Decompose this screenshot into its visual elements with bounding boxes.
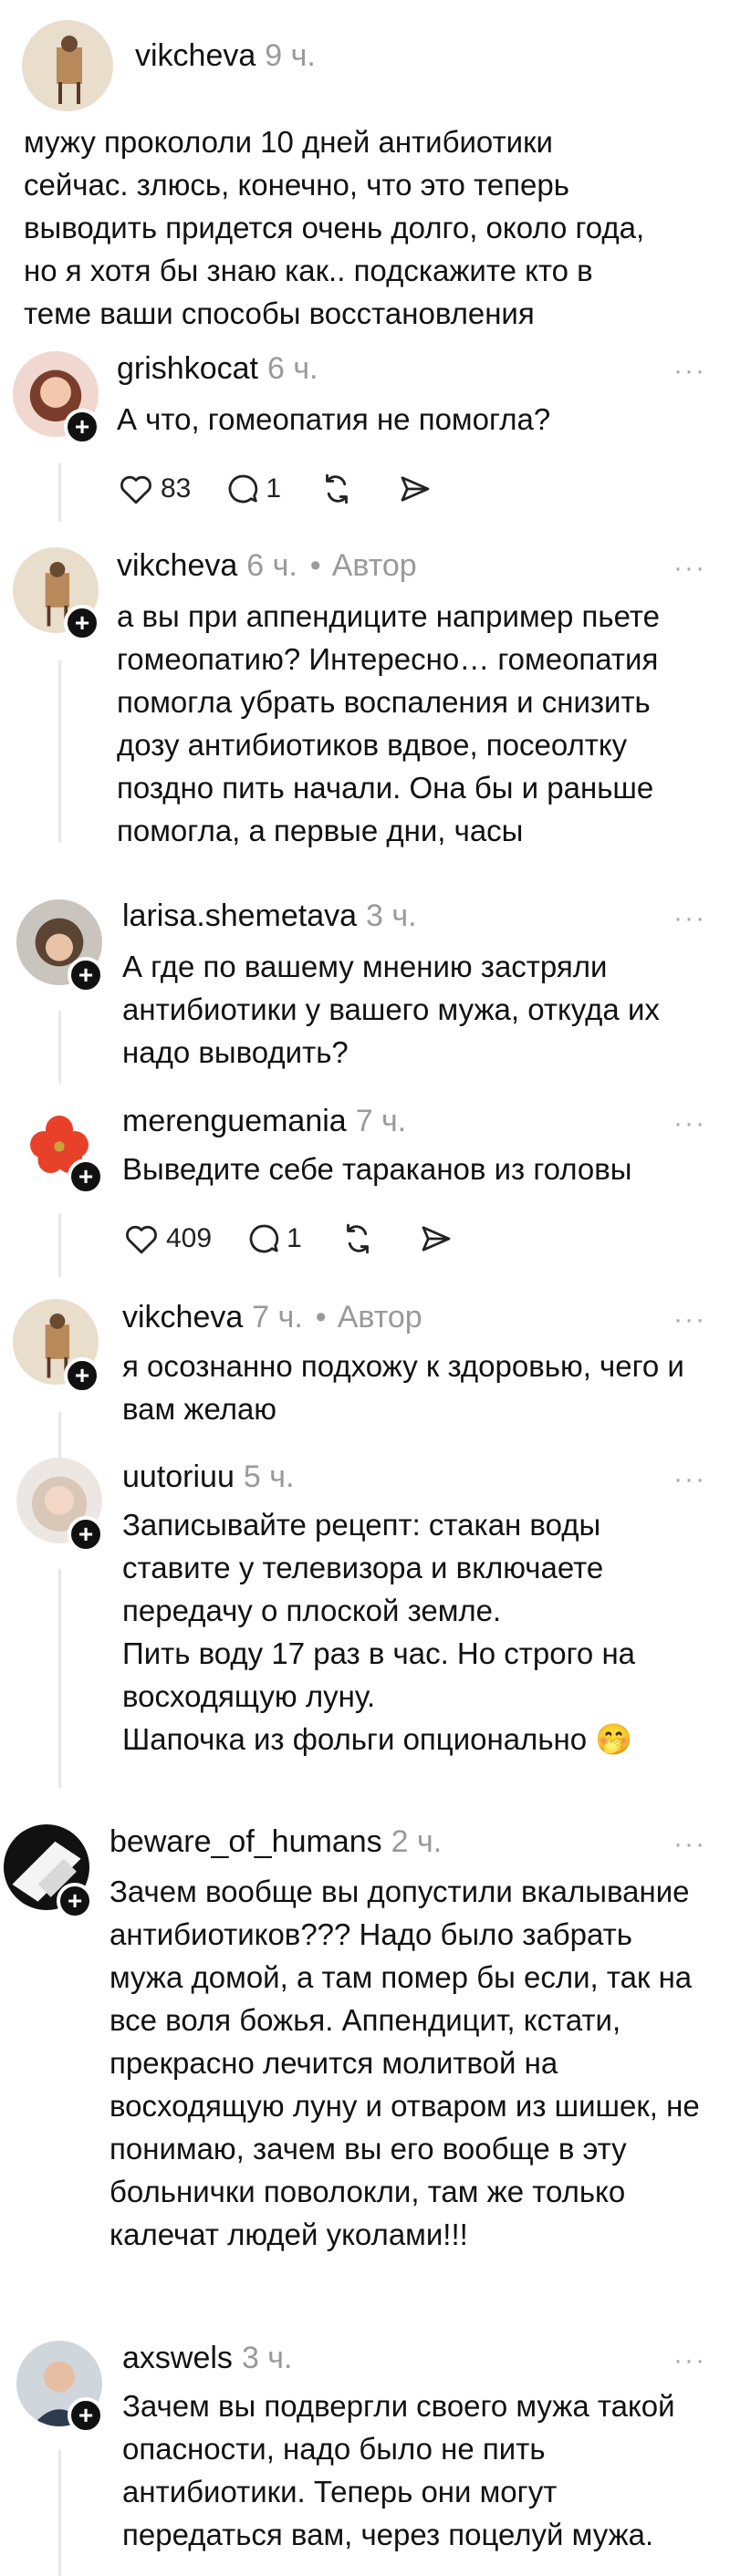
more-icon[interactable]: ··· — [673, 1829, 706, 1860]
comment-time: 7 ч. — [252, 1300, 303, 1335]
username[interactable]: axswels — [122, 2341, 233, 2375]
share-icon — [401, 476, 430, 502]
username[interactable]: larisa.shemetava — [122, 898, 357, 933]
username[interactable]: merenguemania — [122, 1104, 347, 1138]
thread-line — [58, 1011, 61, 1084]
comment-actions: 409 1 — [122, 1219, 455, 1259]
thread-line — [58, 660, 61, 843]
follow-plus-icon[interactable]: + — [68, 2397, 104, 2434]
comment-text: А что, гомеопатия не помогла? — [117, 402, 551, 436]
post-author[interactable]: vikcheva 9 ч. — [135, 38, 316, 74]
reply-count: 1 — [287, 1223, 302, 1253]
comment-author[interactable]: vikcheva 7 ч. • Автор — [122, 1300, 422, 1335]
comment-author[interactable]: beware_of_humans 2 ч. — [110, 1824, 442, 1860]
reply-button[interactable]: 1 — [245, 1220, 302, 1258]
more-icon[interactable]: ··· — [673, 903, 706, 934]
comment-author[interactable]: merenguemania 7 ч. — [122, 1104, 406, 1139]
follow-plus-icon[interactable]: + — [68, 1516, 104, 1553]
post-text: мужу прокололи 10 дней антибиотики сейча… — [24, 125, 645, 330]
username[interactable]: beware_of_humans — [110, 1824, 382, 1859]
comment-text-line: Шапочка из фольги опционально 🤭 — [122, 1722, 633, 1756]
username[interactable]: uutoriuu — [122, 1459, 235, 1494]
comment-text: Зачем вы подвергли своего мужа такой опа… — [122, 2389, 675, 2551]
repost-icon — [326, 473, 348, 504]
like-count: 83 — [161, 473, 192, 504]
reply-button[interactable]: 1 — [224, 470, 281, 508]
more-icon[interactable]: ··· — [673, 1464, 706, 1495]
comment-text: Зачем вообще вы допустили вкалывание ант… — [110, 1875, 700, 2251]
follow-plus-icon[interactable]: + — [57, 1883, 93, 1919]
comment-text: я осознанно подхожу к здоровью, чего и в… — [122, 1349, 684, 1426]
comment-text-line: Записывайте рецепт: стакан воды ставите … — [122, 1508, 604, 1627]
thread-line — [58, 463, 61, 522]
post-time: 9 ч. — [265, 38, 316, 73]
repost-icon — [346, 1223, 369, 1254]
thread-line — [58, 1213, 61, 1277]
heart-icon — [126, 1225, 157, 1254]
share-icon — [422, 1226, 451, 1252]
comment-time: 2 ч. — [391, 1824, 443, 1859]
more-icon[interactable]: ··· — [673, 553, 706, 584]
more-icon[interactable]: ··· — [673, 1108, 706, 1139]
author-badge: Автор — [337, 1300, 422, 1335]
follow-plus-icon[interactable]: + — [68, 1158, 104, 1195]
more-icon[interactable]: ··· — [673, 1304, 706, 1335]
comment-actions: 83 1 — [117, 469, 434, 509]
comment-time: 5 ч. — [243, 1459, 295, 1494]
thread-line — [58, 1569, 61, 1788]
like-button[interactable]: 83 — [117, 470, 191, 508]
share-button[interactable] — [417, 1220, 455, 1258]
comment-text: А где по вашему мнению застряли антибиот… — [122, 950, 660, 1069]
username[interactable]: vikcheva — [122, 1300, 243, 1335]
username[interactable]: vikcheva — [117, 548, 237, 583]
author-badge: Автор — [331, 548, 417, 583]
comment-text: а вы при аппендиците например пьете гоме… — [117, 599, 660, 847]
separator-dot: • — [315, 1300, 327, 1335]
comment-time: 3 ч. — [366, 898, 417, 933]
more-icon[interactable]: ··· — [673, 2345, 706, 2376]
follow-plus-icon[interactable]: + — [68, 957, 104, 993]
reply-icon — [229, 474, 258, 504]
heart-icon — [120, 475, 151, 504]
comment-author[interactable]: grishkocat 6 ч. — [117, 351, 318, 387]
reply-icon — [249, 1224, 279, 1253]
comment-text: Записывайте рецепт: стакан воды ставите … — [122, 1503, 688, 1761]
comment-text: Выведите себе тараканов из головы — [122, 1152, 632, 1186]
comment-author[interactable]: axswels 3 ч. — [122, 2341, 292, 2376]
follow-plus-icon[interactable]: + — [64, 1357, 100, 1394]
repost-button[interactable] — [339, 1220, 377, 1258]
comment-time: 6 ч. — [266, 351, 318, 386]
follow-plus-icon[interactable]: + — [64, 409, 100, 445]
separator-dot: • — [309, 548, 321, 583]
comment-author[interactable]: uutoriuu 5 ч. — [122, 1459, 294, 1495]
post-author-avatar[interactable] — [22, 20, 113, 111]
username[interactable]: grishkocat — [117, 351, 258, 386]
comment-time: 3 ч. — [241, 2341, 293, 2375]
like-count: 409 — [166, 1223, 213, 1253]
repost-button[interactable] — [318, 470, 356, 508]
comment-text-line: Пить воду 17 раз в час. Но строго на вос… — [122, 1636, 636, 1713]
username[interactable]: vikcheva — [135, 38, 256, 73]
like-button[interactable]: 409 — [122, 1220, 212, 1258]
reply-count: 1 — [266, 473, 282, 504]
comment-time: 7 ч. — [355, 1104, 407, 1138]
follow-plus-icon[interactable]: + — [64, 605, 100, 641]
thread-line — [58, 1412, 61, 1458]
share-button[interactable] — [396, 470, 434, 508]
more-icon[interactable]: ··· — [673, 356, 706, 387]
comment-author[interactable]: vikcheva 6 ч. • Автор — [117, 548, 417, 584]
thread-line — [58, 2450, 61, 2576]
comment-author[interactable]: larisa.shemetava 3 ч. — [122, 898, 417, 934]
comment-time: 6 ч. — [246, 548, 297, 583]
